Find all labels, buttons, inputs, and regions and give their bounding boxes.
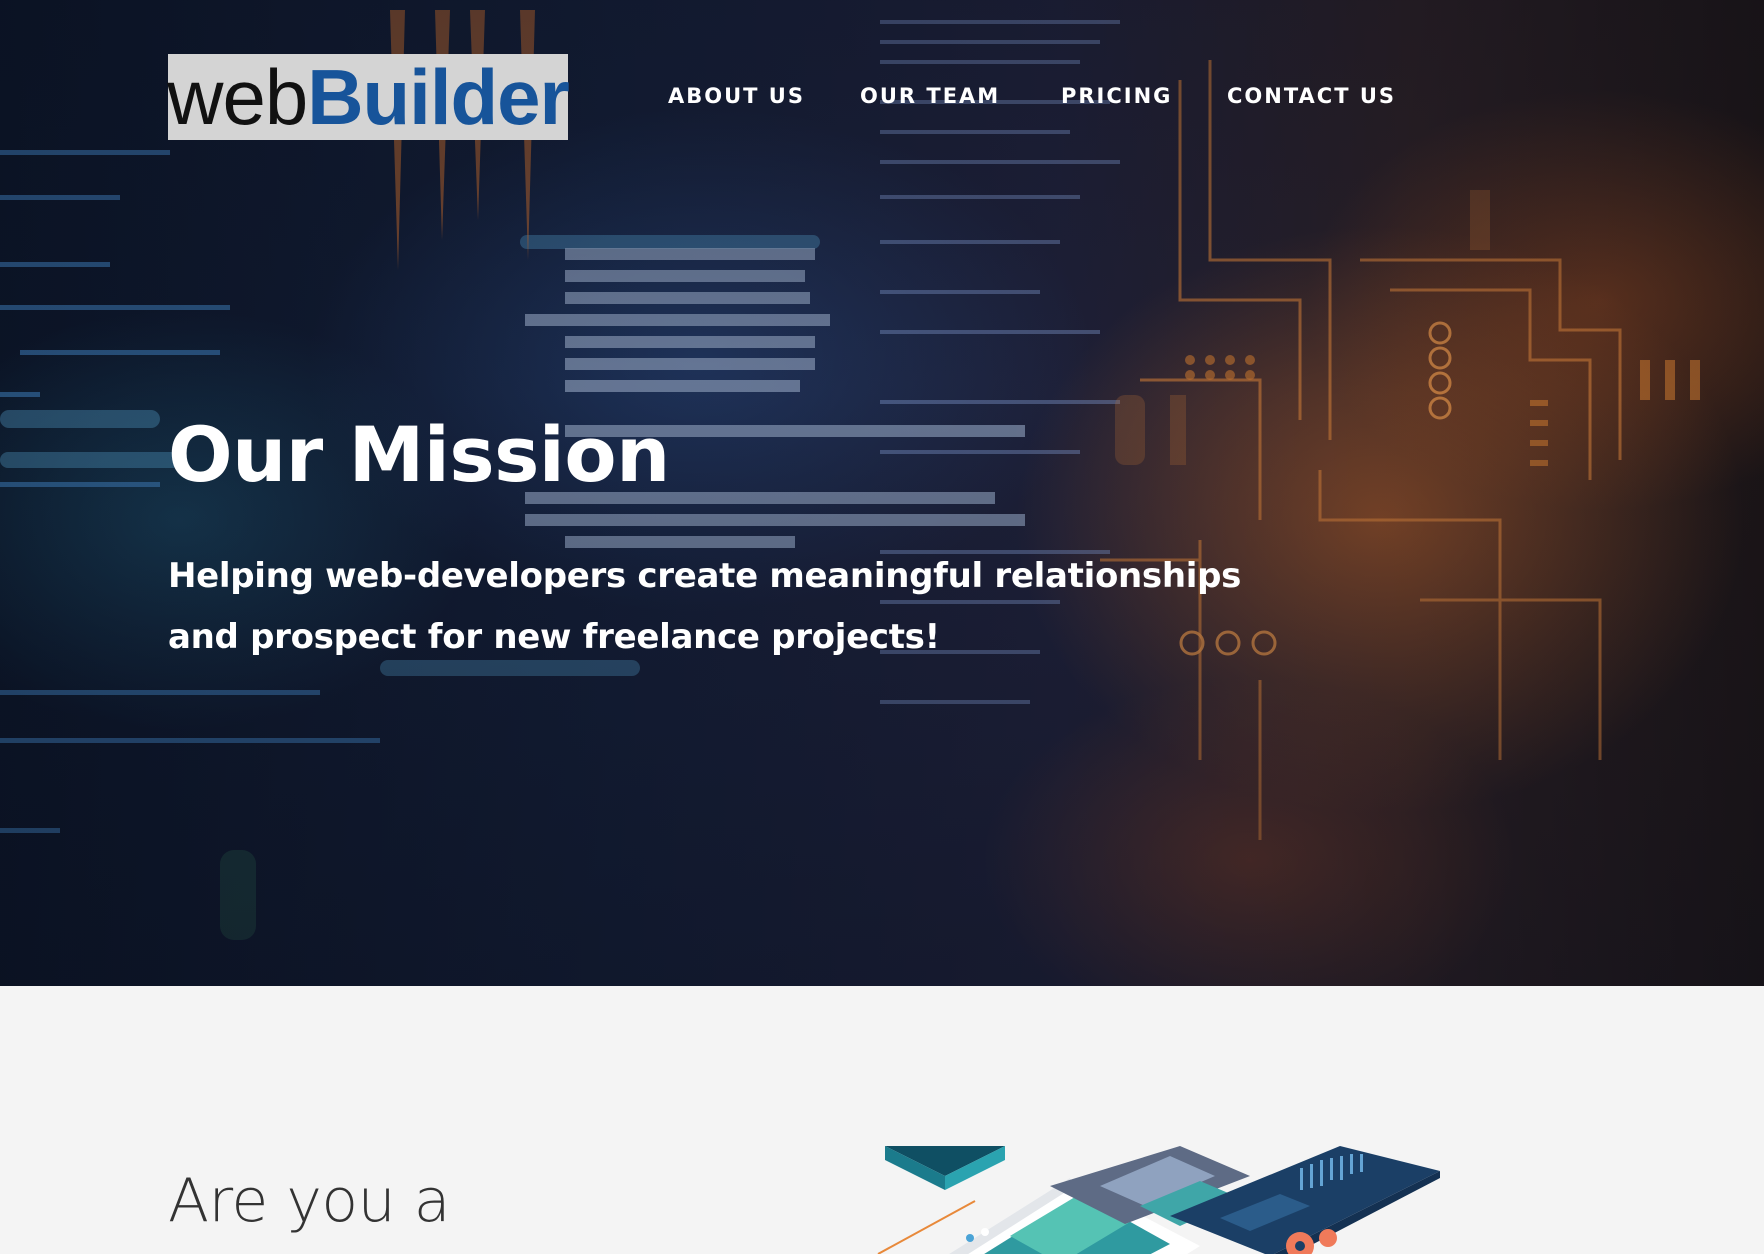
logo-text-web: web [167,53,308,141]
nav-pricing[interactable]: PRICING [1061,78,1172,114]
section-heading: Are you a [168,1166,450,1236]
hero-subtitle-line-1: Helping web-developers create meaningful… [168,556,1242,596]
hero-section: web Builder ABOUT US OUR TEAM PRICING CON… [0,0,1764,986]
hero-subtitle: Helping web-developers create meaningful… [168,546,1248,668]
isometric-app-illustration [877,1146,1440,1254]
nav-our-team[interactable]: OUR TEAM [860,78,1000,114]
intro-section: Are you a [0,986,1764,1254]
hero-title: Our Mission [168,410,670,499]
webbuilder-logo[interactable]: web Builder [167,53,570,141]
hero-subtitle-line-2: and prospect for new freelance projects! [168,617,940,657]
logo-text-builder: Builder [307,53,570,141]
nav-about-us[interactable]: ABOUT US [668,78,805,114]
nav-contact-us[interactable]: CONTACT US [1227,78,1396,114]
